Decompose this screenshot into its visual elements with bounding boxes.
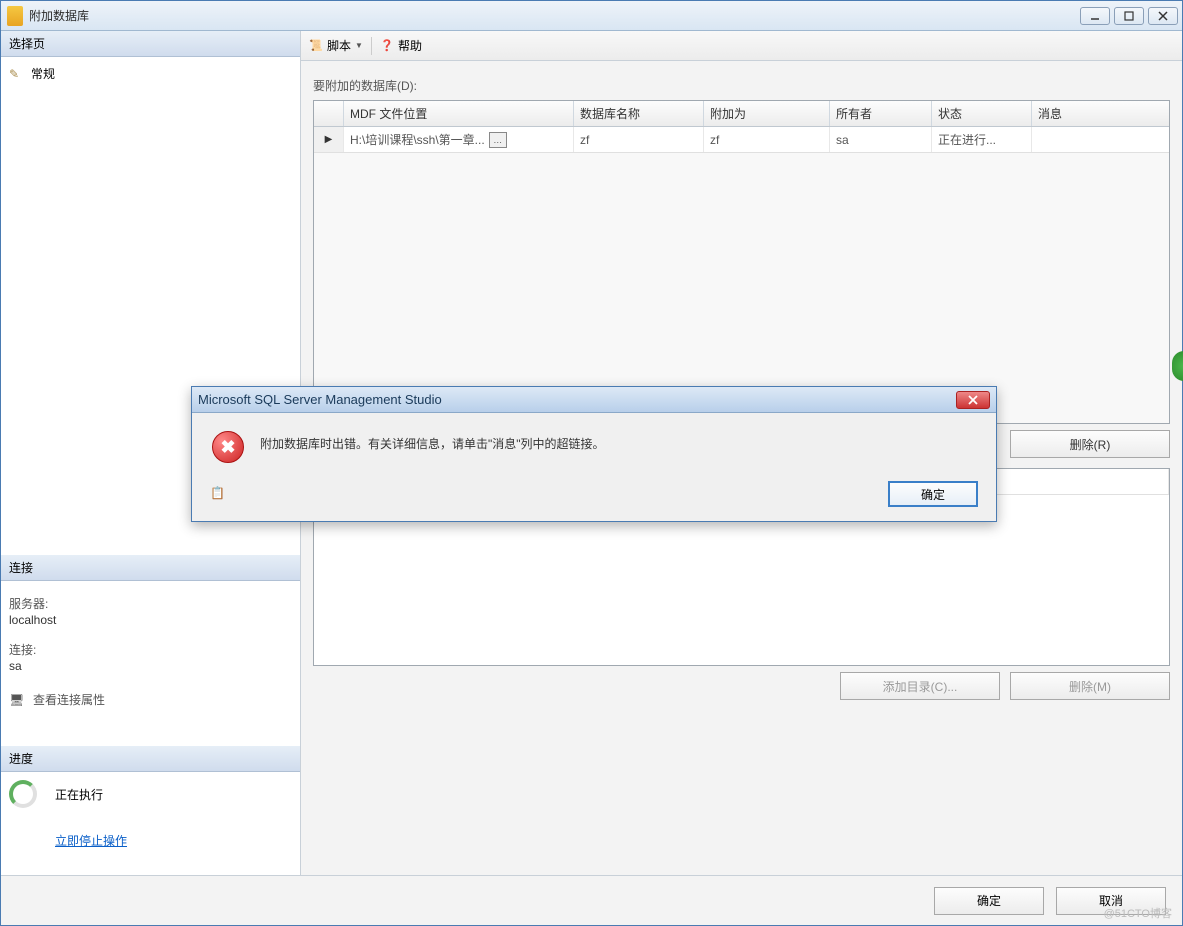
view-conn-label: 查看连接属性: [33, 691, 105, 708]
monitor-icon: [9, 693, 25, 707]
col-mdf[interactable]: MDF 文件位置: [344, 101, 574, 126]
grid-empty-area: [314, 153, 1169, 423]
databases-label: 要附加的数据库(D):: [313, 77, 1170, 94]
help-icon: ❓: [380, 39, 394, 53]
toolbar-separator: [371, 37, 372, 55]
view-connection-properties[interactable]: 查看连接属性: [9, 691, 292, 708]
dialog-titlebar: Microsoft SQL Server Management Studio: [192, 387, 996, 413]
col-status[interactable]: 状态: [932, 101, 1032, 126]
remove-file-button[interactable]: 删除(M): [1010, 672, 1170, 700]
browse-button[interactable]: …: [489, 132, 507, 148]
col-msg[interactable]: 消息: [1032, 101, 1169, 126]
toolbar: 📜 脚本 ▼ ❓ 帮助: [301, 31, 1182, 61]
dialog-message: 附加数据库时出错。有关详细信息，请单击"消息"列中的超链接。: [260, 431, 605, 463]
database-icon: [7, 6, 23, 26]
conn-value: sa: [9, 659, 292, 673]
stop-link[interactable]: 立即停止操作: [55, 832, 292, 849]
cell-attachas[interactable]: zf: [704, 127, 830, 152]
minimize-button[interactable]: [1080, 7, 1110, 25]
chevron-down-icon: ▼: [355, 41, 363, 50]
ok-button[interactable]: 确定: [934, 887, 1044, 915]
content: 要附加的数据库(D): MDF 文件位置 数据库名称 附加为 所有者 状态 消息…: [301, 61, 1182, 708]
row-pointer-icon: ▶: [325, 134, 333, 145]
spinner-icon: [9, 780, 37, 808]
cell-msg: [1032, 127, 1169, 152]
cell-dbname: zf: [574, 127, 704, 152]
col-owner[interactable]: 所有者: [830, 101, 932, 126]
window-title: 附加数据库: [29, 7, 1080, 24]
progress-text: 正在执行: [55, 786, 103, 803]
connection-header: 连接: [1, 555, 300, 581]
side-indicator-icon: [1172, 351, 1183, 381]
dialog-footer: 确定: [192, 473, 996, 521]
cell-owner[interactable]: sa: [830, 127, 932, 152]
close-button[interactable]: [1148, 7, 1178, 25]
cell-status: 正在进行...: [932, 127, 1032, 152]
window-controls: [1080, 7, 1178, 25]
progress-header: 进度: [1, 746, 300, 772]
add-directory-button[interactable]: 添加目录(C)...: [840, 672, 1000, 700]
table-row[interactable]: ▶ H:\培训课程\ssh\第一章...… zf zf sa 正在进行...: [314, 127, 1169, 153]
cell-mdf: H:\培训课程\ssh\第一章...: [350, 131, 485, 148]
dialog-title: Microsoft SQL Server Management Studio: [198, 392, 956, 407]
page-general-label: 常规: [31, 65, 55, 82]
dialog-ok-button[interactable]: 确定: [888, 481, 978, 507]
main-window: 附加数据库 选择页 常规 连接 服务器: localhost 连接: sa: [0, 0, 1183, 926]
maximize-button[interactable]: [1114, 7, 1144, 25]
col-attachas[interactable]: 附加为: [704, 101, 830, 126]
error-icon: ✖: [212, 431, 244, 463]
conn-label: 连接:: [9, 641, 292, 658]
dialog-close-button[interactable]: [956, 391, 990, 409]
progress-body: 正在执行 立即停止操作: [1, 772, 300, 857]
server-value: localhost: [9, 613, 292, 627]
remove-button[interactable]: 删除(R): [1010, 430, 1170, 458]
script-icon: 📜: [309, 39, 323, 53]
dialog-body: ✖ 附加数据库时出错。有关详细信息，请单击"消息"列中的超链接。: [192, 413, 996, 473]
script-button[interactable]: 📜 脚本 ▼: [309, 37, 363, 54]
error-dialog: Microsoft SQL Server Management Studio ✖…: [191, 386, 997, 522]
connection-body: 服务器: localhost 连接: sa 查看连接属性: [1, 581, 300, 716]
server-label: 服务器:: [9, 595, 292, 612]
titlebar: 附加数据库: [1, 1, 1182, 31]
grid-header: MDF 文件位置 数据库名称 附加为 所有者 状态 消息: [314, 101, 1169, 127]
page-icon: [9, 67, 25, 81]
footer: 确定 取消: [1, 875, 1182, 925]
watermark: @51CTO博客: [1104, 905, 1172, 921]
select-page-header: 选择页: [1, 31, 300, 57]
copy-icon[interactable]: [210, 486, 226, 502]
select-page-body: 常规: [1, 57, 300, 90]
databases-grid[interactable]: MDF 文件位置 数据库名称 附加为 所有者 状态 消息 ▶ H:\培训课程\s…: [313, 100, 1170, 424]
script-label: 脚本: [327, 37, 351, 54]
col-dbname[interactable]: 数据库名称: [574, 101, 704, 126]
help-label: 帮助: [398, 37, 422, 54]
help-button[interactable]: ❓ 帮助: [380, 37, 422, 54]
page-general[interactable]: 常规: [9, 63, 292, 84]
